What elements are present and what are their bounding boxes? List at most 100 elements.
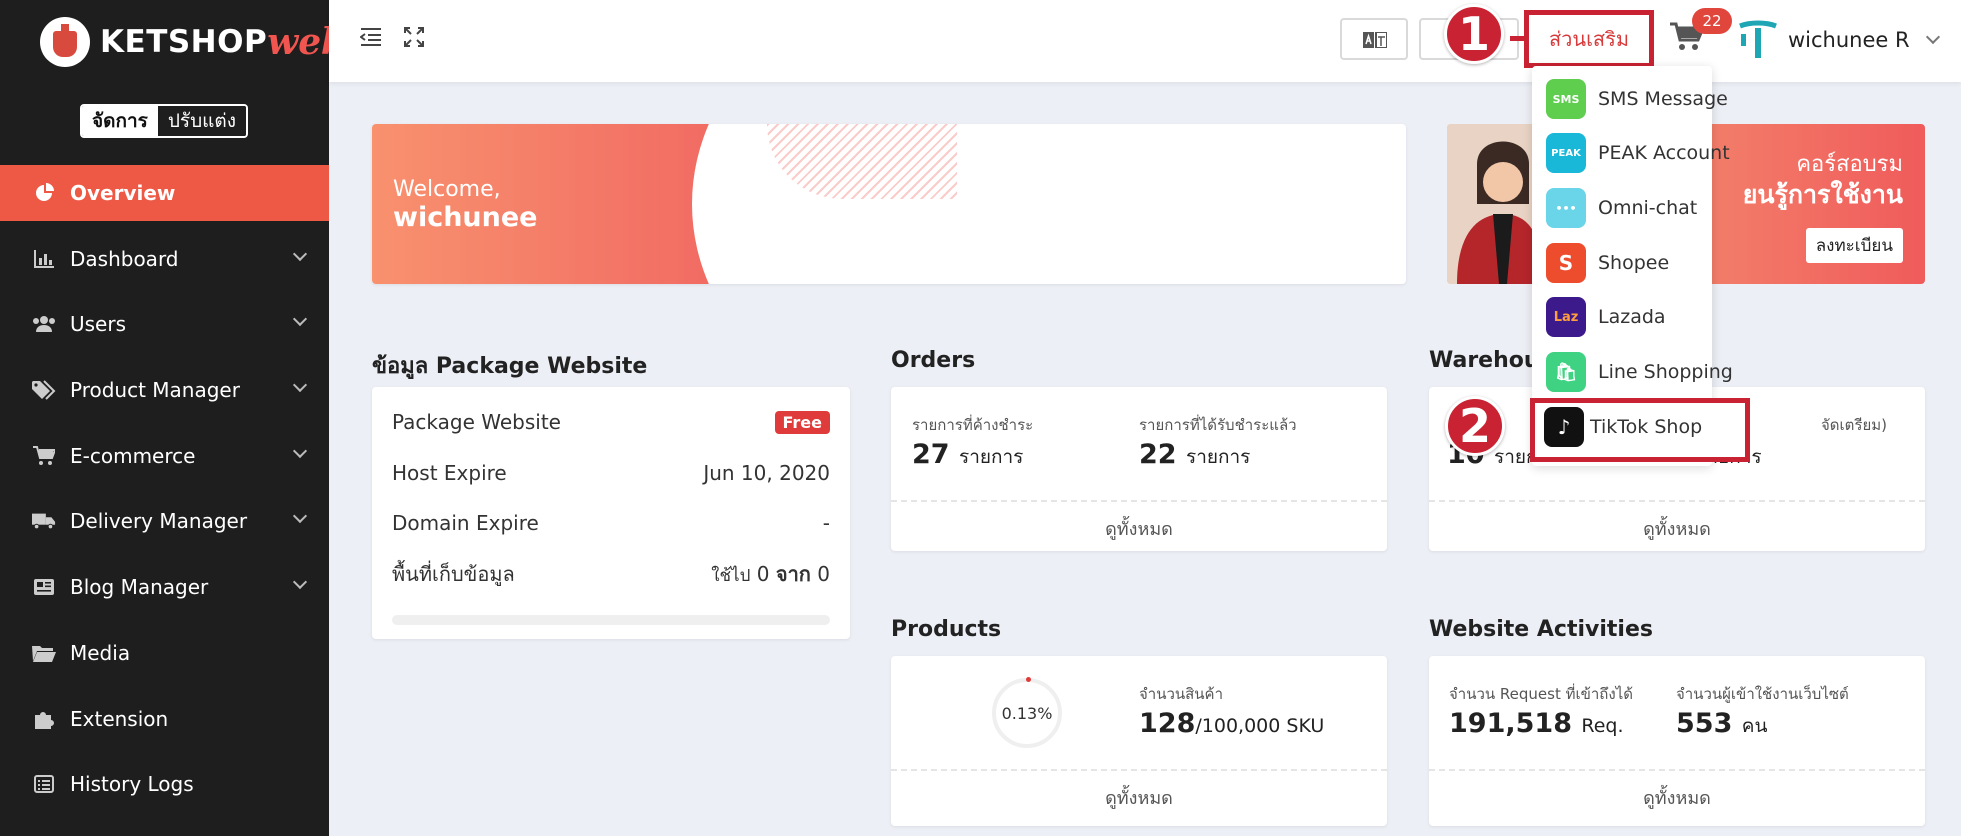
sidebar-item-product-manager[interactable]: Product Manager (0, 362, 329, 418)
peak-icon: PEAK (1546, 133, 1586, 173)
domain-expire-value: - (822, 511, 830, 535)
cup-logo-icon (40, 17, 90, 67)
sidebar-item-ecommerce[interactable]: E-commerce (0, 428, 329, 484)
chevron-down-icon (292, 443, 308, 458)
products-value: 128/100,000 SKU (1139, 708, 1324, 739)
extension-item-omni-chat[interactable]: ••• Omni-chat (1546, 187, 1697, 229)
logo-text: KETSHOP (100, 24, 268, 60)
extension-item-line-shopping[interactable]: 🛍 Line Shopping (1546, 351, 1733, 393)
extension-item-label: Line Shopping (1598, 361, 1733, 383)
free-badge: Free (774, 410, 830, 434)
orders-see-all-link[interactable]: ดูทั้งหมด (891, 514, 1387, 543)
sidebar-item-label: E-commerce (70, 443, 196, 468)
register-button[interactable]: ลงทะเบียน (1805, 228, 1903, 263)
extension-item-tiktok-shop[interactable]: ♪ TikTok Shop (1544, 406, 1702, 448)
storage-total: 0 (817, 562, 830, 586)
sidebar-item-media[interactable]: Media (0, 625, 329, 681)
extension-item-lazada[interactable]: Laz Lazada (1546, 296, 1666, 338)
shopee-icon: S (1546, 243, 1586, 283)
folder-icon (32, 641, 56, 665)
package-row-label: Package Website (392, 410, 561, 434)
truck-icon (32, 509, 56, 533)
mode-manage-button[interactable]: จัดการ (82, 106, 158, 136)
domain-expire-row: Domain Expire - (392, 508, 830, 538)
storage-of: จาก (775, 562, 811, 586)
chevron-down-icon (292, 377, 308, 393)
ketshop-logo[interactable]: KETSHOP web (40, 14, 346, 70)
activities-card: จำนวน Request ที่เข้าถึงได้ 191,518 Req.… (1429, 656, 1925, 826)
warehouse-see-all-link[interactable]: ดูทั้งหมด (1429, 514, 1925, 543)
sidebar-item-dashboard[interactable]: Dashboard (0, 231, 329, 287)
products-limit: /100,000 SKU (1195, 715, 1325, 737)
instructor-photo (1447, 124, 1543, 284)
sidebar-item-blog-manager[interactable]: Blog Manager (0, 559, 329, 615)
tiktok-icon: ♪ (1544, 407, 1584, 447)
activities-see-all-link[interactable]: ดูทั้งหมด (1429, 783, 1925, 812)
host-expire-label: Host Expire (392, 461, 507, 485)
storage-used-prefix: ใช้ไป (711, 566, 751, 586)
lazada-icon: Laz (1546, 297, 1586, 337)
sidebar-item-overview[interactable]: Overview (0, 165, 329, 221)
extension-item-shopee[interactable]: S Shopee (1546, 242, 1669, 284)
course-text: คอร์สอบรม ยนรู้การใช้งาน (1743, 150, 1903, 210)
extension-item-label: Lazada (1598, 306, 1666, 328)
welcome-name: wichunee (393, 202, 538, 233)
package-card: Package Website Free Host Expire Jun 10,… (372, 387, 850, 639)
sidebar-item-label: Extension (70, 706, 169, 731)
list-icon (32, 772, 56, 796)
extension-item-peak[interactable]: PEAK PEAK Account (1546, 132, 1730, 174)
user-name: wichunee R (1788, 28, 1910, 52)
pending-unit: รายการ (958, 446, 1024, 468)
course-line1: คอร์สอบรม (1796, 152, 1903, 177)
collapse-menu-icon[interactable] (359, 27, 384, 51)
activities-title: Website Activities (1429, 617, 1653, 642)
paid-unit: รายการ (1185, 446, 1251, 468)
sidebar-item-label: History Logs (70, 772, 194, 797)
orders-card: รายการที่ค้างชำระ 27 รายการ รายการที่ได้… (891, 387, 1387, 551)
pending-label: รายการที่ค้างชำระ (912, 416, 1034, 434)
host-expire-row: Host Expire Jun 10, 2020 (392, 458, 830, 488)
chevron-down-icon (292, 575, 308, 590)
line-shopping-icon: 🛍 (1546, 352, 1586, 392)
sidebar-item-label: Blog Manager (70, 575, 209, 600)
chevron-down-icon (292, 509, 308, 524)
course-line2: ยนรู้การใช้งาน (1742, 180, 1903, 209)
products-count: 128 (1139, 708, 1196, 739)
requests-count: 191,518 (1449, 708, 1572, 739)
chevron-down-icon (292, 312, 308, 327)
language-button[interactable] (1340, 18, 1408, 60)
extension-item-label: SMS Message (1598, 88, 1728, 110)
sidebar-item-extension[interactable]: Extension (0, 691, 329, 747)
chevron-down-icon (1925, 29, 1940, 45)
cart-icon (32, 444, 56, 468)
sms-icon: SMS (1546, 79, 1586, 119)
newspaper-icon (32, 575, 56, 599)
fullscreen-icon[interactable] (404, 27, 428, 51)
visitors-unit: คน (1741, 715, 1768, 737)
products-label: จำนวนสินค้า (1139, 685, 1224, 703)
sidebar-item-users[interactable]: Users (0, 296, 329, 352)
paid-label: รายการที่ได้รับชำระแล้ว (1139, 416, 1297, 434)
sidebar-item-history-logs[interactable]: History Logs (0, 756, 329, 812)
sidebar-item-label: Users (70, 312, 127, 337)
sidebar-item-label: Dashboard (70, 246, 179, 271)
sidebar-item-label: Product Manager (70, 378, 240, 403)
sidebar-item-delivery-manager[interactable]: Delivery Manager (0, 493, 329, 549)
products-usage-ring: 0.13% (992, 677, 1062, 748)
extension-item-label: Omni-chat (1598, 197, 1698, 219)
storage-progress-bar (392, 615, 830, 625)
mode-toggle: จัดการ ปรับแต่ง (80, 104, 249, 138)
puzzle-icon (32, 707, 56, 731)
extension-item-sms[interactable]: SMS SMS Message (1546, 78, 1728, 120)
welcome-greeting: Welcome, (393, 177, 501, 202)
user-menu[interactable]: wichunee R (1738, 20, 1940, 60)
products-see-all-link[interactable]: ดูทั้งหมด (891, 783, 1387, 812)
storage-used: 0 (756, 562, 770, 586)
requests-unit: Req. (1581, 715, 1624, 737)
bar-chart-icon (32, 247, 56, 271)
mode-customize-button[interactable]: ปรับแต่ง (157, 106, 247, 136)
extension-menu-button[interactable]: ส่วนเสริม (1524, 10, 1654, 68)
orders-title: Orders (891, 348, 976, 373)
users-icon (32, 312, 56, 336)
package-title: ข้อมูล Package Website (372, 354, 648, 379)
